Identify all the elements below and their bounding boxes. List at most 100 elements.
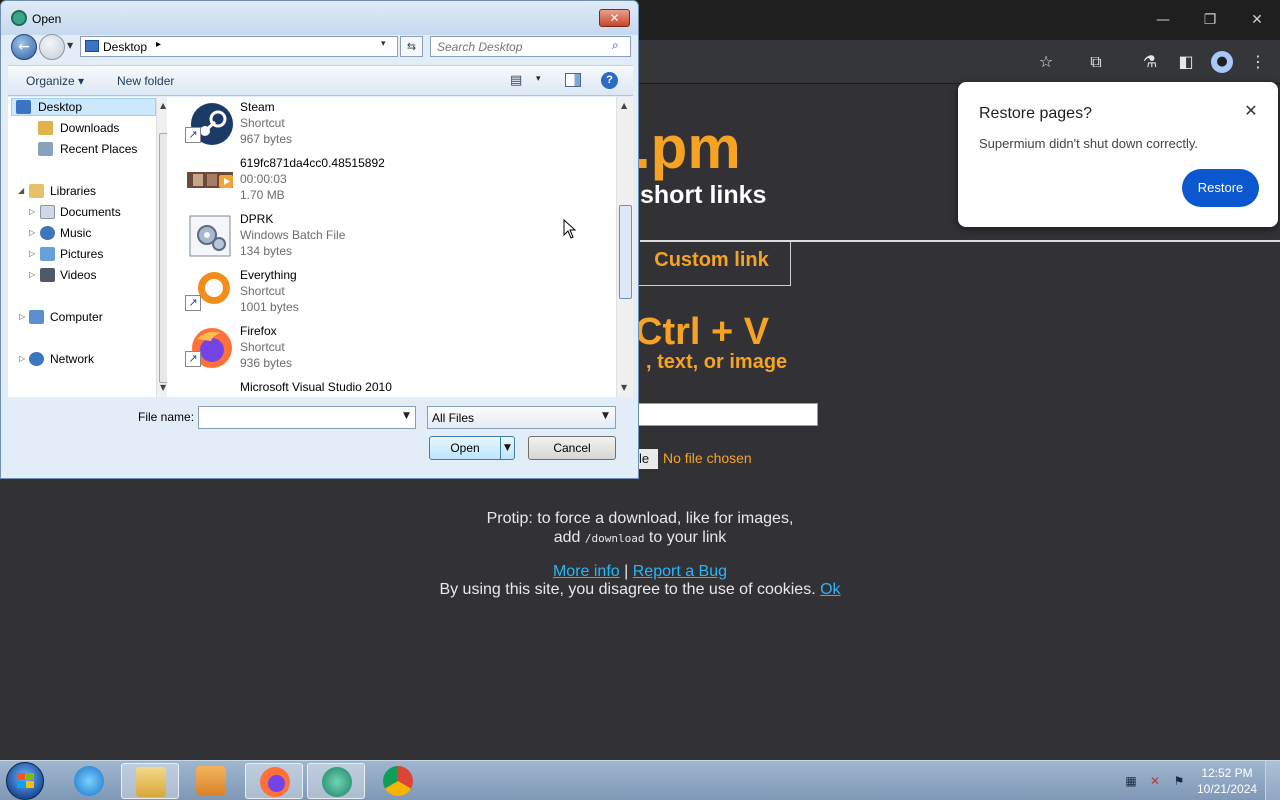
- taskbar-supermium[interactable]: [307, 763, 365, 799]
- nav-item-recent-places[interactable]: Recent Places: [38, 140, 137, 158]
- nav-item-documents[interactable]: ▷ Documents: [29, 203, 121, 221]
- taskbar-internet-explorer[interactable]: [60, 763, 118, 799]
- address-location[interactable]: Desktop: [103, 40, 147, 54]
- file-name-input[interactable]: ▼: [198, 406, 416, 429]
- open-button-label[interactable]: Open: [430, 437, 500, 459]
- forward-button[interactable]: [39, 34, 65, 60]
- search-input[interactable]: [437, 39, 607, 54]
- file-type: Windows Batch File: [240, 228, 346, 242]
- clock-date[interactable]: 10/21/2024: [1197, 782, 1257, 796]
- breadcrumb-arrow-icon[interactable]: ▸: [156, 39, 161, 50]
- expand-arrow-icon[interactable]: ▷: [29, 245, 35, 263]
- nav-item-libraries[interactable]: ◢ Libraries: [18, 182, 96, 200]
- footer-links: More info | Report a Bug: [0, 563, 1280, 581]
- labs-flask-icon[interactable]: ⚗: [1138, 50, 1162, 74]
- list-item[interactable]: ↗ Everything Shortcut 1001 bytes: [185, 265, 605, 321]
- back-button[interactable]: ←: [11, 34, 37, 60]
- dialog-close-button[interactable]: ✕: [599, 9, 630, 27]
- minimize-button[interactable]: —: [1140, 8, 1186, 32]
- refresh-button[interactable]: ⇆: [400, 36, 423, 57]
- file-name: Steam: [240, 100, 275, 114]
- organize-button[interactable]: Organize ▾: [26, 74, 84, 88]
- scroll-up-icon[interactable]: ▲: [160, 101, 166, 110]
- close-icon[interactable]: ✕: [1242, 102, 1260, 120]
- nav-item-desktop[interactable]: Desktop: [16, 98, 82, 116]
- list-item[interactable]: ↗ Firefox Shortcut 936 bytes: [185, 321, 605, 377]
- volume-muted-icon[interactable]: ✕: [1147, 773, 1163, 789]
- search-box[interactable]: ⌕: [430, 36, 631, 57]
- open-button[interactable]: Open ▼: [429, 436, 515, 460]
- protip-line2: add /download to your link: [0, 528, 1280, 548]
- nav-item-label: Videos: [60, 268, 97, 282]
- paste-subtext: , text, or image: [646, 351, 788, 373]
- taskbar-file-explorer[interactable]: [121, 763, 179, 799]
- network-tray-icon[interactable]: ▦: [1123, 773, 1139, 789]
- restore-window-button[interactable]: ❐: [1187, 8, 1233, 32]
- music-icon: [40, 226, 55, 240]
- close-window-button[interactable]: ✕: [1234, 8, 1280, 32]
- nav-item-pictures[interactable]: ▷ Pictures: [29, 245, 103, 263]
- scroll-down-icon[interactable]: ▼: [160, 383, 166, 392]
- file-name: Microsoft Visual Studio 2010: [240, 380, 392, 394]
- show-desktop-button[interactable]: [1265, 761, 1280, 800]
- nav-item-videos[interactable]: ▷ Videos: [29, 266, 97, 284]
- nav-item-label: Music: [60, 226, 92, 240]
- cookie-ok-link[interactable]: Ok: [820, 581, 840, 598]
- extensions-icon[interactable]: ⧉: [1084, 50, 1108, 74]
- action-center-flag-icon[interactable]: ⚑: [1171, 773, 1187, 789]
- list-item[interactable]: DPRK Windows Batch File 134 bytes: [185, 209, 605, 265]
- expanded-arrow-icon[interactable]: ◢: [18, 182, 24, 200]
- clock-time[interactable]: 12:52 PM: [1197, 766, 1257, 780]
- taskbar-media-player[interactable]: [182, 763, 240, 799]
- nav-item-network[interactable]: ▷ Network: [19, 350, 94, 368]
- restore-button[interactable]: Restore: [1182, 169, 1259, 207]
- scrollbar-thumb[interactable]: [619, 205, 632, 299]
- help-icon[interactable]: ?: [601, 72, 618, 89]
- expand-arrow-icon[interactable]: ▷: [29, 224, 35, 242]
- file-list-scrollbar[interactable]: ▲ ▼: [616, 97, 633, 397]
- search-icon[interactable]: ⌕: [612, 38, 619, 53]
- new-folder-button[interactable]: New folder: [117, 74, 174, 88]
- nav-item-downloads[interactable]: Downloads: [38, 119, 119, 137]
- windows-logo-icon: [17, 773, 34, 788]
- views-dropdown-icon[interactable]: ▾: [536, 74, 541, 84]
- nav-item-label: Computer: [50, 310, 103, 324]
- browser-menu-icon[interactable]: ⋮: [1246, 50, 1270, 74]
- tab-custom-link[interactable]: Custom link: [632, 241, 791, 286]
- list-item[interactable]: ↗ Steam Shortcut 967 bytes: [185, 97, 605, 153]
- url-input[interactable]: [636, 403, 818, 426]
- file-name-label: File name:: [138, 410, 195, 424]
- expand-arrow-icon[interactable]: ▷: [19, 308, 25, 326]
- more-info-link[interactable]: More info: [553, 563, 620, 580]
- scroll-down-icon[interactable]: ▼: [621, 383, 627, 392]
- bookmark-star-icon[interactable]: ☆: [1034, 50, 1058, 74]
- expand-arrow-icon[interactable]: ▷: [29, 266, 35, 284]
- file-size: 1001 bytes: [240, 300, 299, 314]
- preview-pane-icon[interactable]: [565, 73, 581, 87]
- start-button[interactable]: [6, 762, 44, 800]
- report-bug-link[interactable]: Report a Bug: [633, 563, 727, 580]
- taskbar-firefox[interactable]: [245, 763, 303, 799]
- cancel-button[interactable]: Cancel: [528, 436, 616, 460]
- chevron-down-icon[interactable]: ▼: [403, 411, 410, 421]
- profile-avatar-icon[interactable]: ●: [1211, 51, 1233, 73]
- address-bar[interactable]: Desktop ▸ ▾: [80, 36, 398, 57]
- list-item[interactable]: Microsoft Visual Studio 2010: [185, 377, 605, 397]
- history-dropdown-icon[interactable]: ▼: [67, 41, 77, 51]
- views-icon[interactable]: ▤: [510, 73, 522, 88]
- choose-file-button[interactable]: le: [636, 449, 658, 469]
- taskbar-chrome[interactable]: [369, 763, 427, 799]
- chevron-down-icon[interactable]: ▼: [602, 411, 609, 421]
- firefox-icon: [260, 767, 290, 797]
- side-panel-icon[interactable]: ◧: [1174, 50, 1198, 74]
- file-type-select[interactable]: All Files ▼: [427, 406, 616, 429]
- open-options-dropdown-icon[interactable]: ▼: [500, 437, 514, 459]
- site-subtitle: short links: [640, 181, 767, 209]
- list-item[interactable]: 619fc871da4cc0.48515892 00:00:03 1.70 MB: [185, 153, 605, 209]
- address-dropdown-icon[interactable]: ▾: [381, 39, 386, 49]
- scroll-up-icon[interactable]: ▲: [621, 101, 627, 110]
- nav-item-music[interactable]: ▷ Music: [29, 224, 92, 242]
- expand-arrow-icon[interactable]: ▷: [29, 203, 35, 221]
- nav-item-computer[interactable]: ▷ Computer: [19, 308, 103, 326]
- expand-arrow-icon[interactable]: ▷: [19, 350, 25, 368]
